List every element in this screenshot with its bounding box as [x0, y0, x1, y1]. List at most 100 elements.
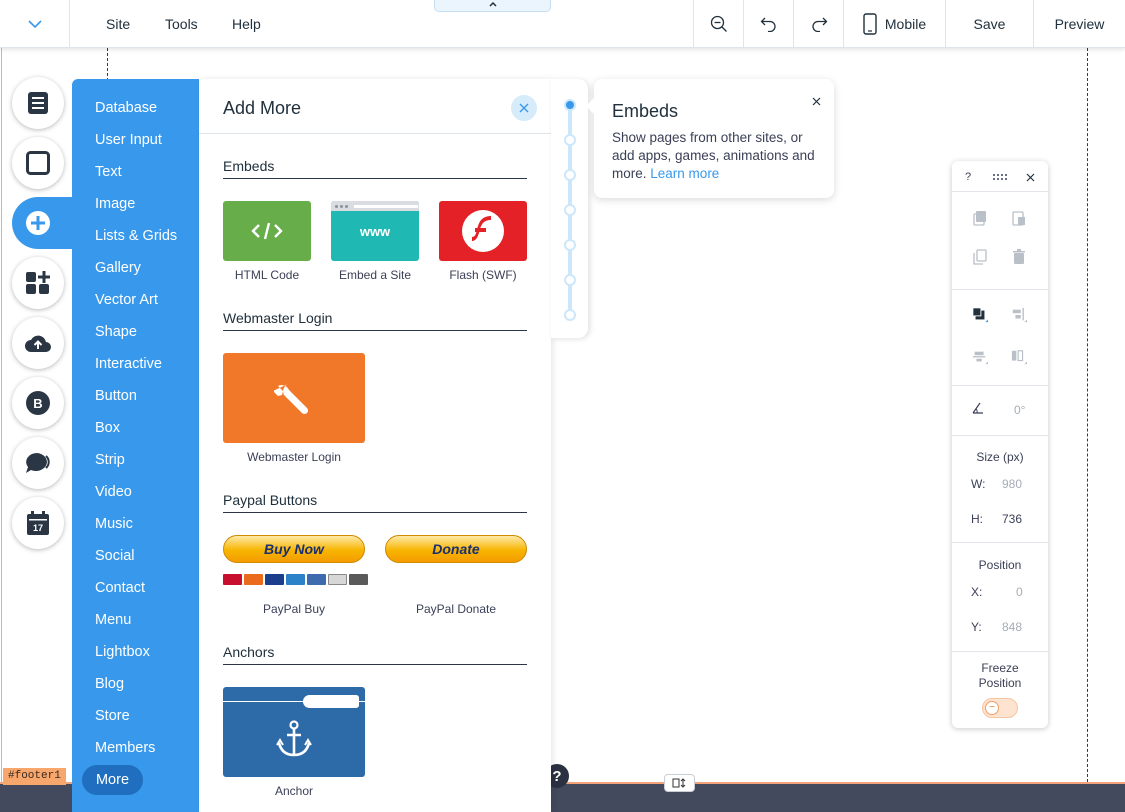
category-lightbox[interactable]: Lightbox [95, 644, 150, 660]
category-lists-grids[interactable]: Lists & Grids [95, 228, 177, 244]
category-image[interactable]: Image [95, 196, 135, 212]
category-store[interactable]: Store [95, 708, 130, 724]
chat-button[interactable] [12, 437, 64, 489]
category-blog[interactable]: Blog [95, 676, 124, 692]
category-more[interactable]: More [82, 765, 143, 795]
width-label: W: [971, 477, 986, 491]
apps-icon [26, 271, 50, 294]
embeds-tooltip: Embeds Show pages from other sites, or a… [586, 79, 834, 198]
collapse-topbar-handle[interactable] [434, 0, 551, 12]
align-button[interactable] [1011, 307, 1027, 323]
redo-button[interactable] [793, 0, 843, 48]
webmaster-login-tile[interactable] [223, 353, 365, 443]
preview-button[interactable]: Preview [1033, 0, 1125, 48]
app-market-button[interactable] [12, 257, 64, 309]
bookings-button[interactable]: 17 [12, 497, 64, 549]
close-props-button[interactable] [1022, 169, 1038, 185]
category-video[interactable]: Video [95, 484, 132, 500]
scroll-dot[interactable] [564, 274, 576, 286]
wrench-icon [274, 384, 309, 415]
category-box[interactable]: Box [95, 420, 120, 436]
category-user-input[interactable]: User Input [95, 132, 162, 148]
drag-dots-icon [993, 174, 1007, 180]
y-value[interactable]: 848 [1002, 620, 1022, 634]
pages-icon [28, 92, 48, 114]
copy-button[interactable] [972, 210, 988, 226]
category-gallery[interactable]: Gallery [95, 260, 141, 276]
card-icon [265, 574, 284, 585]
freeze-position-toggle[interactable]: − [982, 698, 1018, 718]
category-members[interactable]: Members [95, 740, 155, 756]
resize-icon [672, 778, 685, 788]
category-vector-art[interactable]: Vector Art [95, 292, 158, 308]
width-value[interactable]: 980 [1002, 477, 1022, 491]
drag-handle[interactable] [992, 169, 1008, 185]
upload-button[interactable] [12, 317, 64, 369]
embed-site-tile[interactable]: www [331, 201, 419, 261]
x-value[interactable]: 0 [1016, 585, 1023, 599]
scroll-dot[interactable] [564, 169, 576, 181]
props-help-button[interactable]: ? [965, 171, 971, 183]
category-music[interactable]: Music [95, 516, 133, 532]
flash-tile[interactable] [439, 201, 527, 261]
paypal-donate-button[interactable]: Donate [385, 535, 527, 563]
match-size-button[interactable] [1011, 349, 1027, 365]
distribute-button[interactable] [972, 349, 988, 365]
height-value[interactable]: 736 [1002, 512, 1022, 526]
footer-tag[interactable]: #footer1 [3, 768, 66, 785]
paypal-buy-label: PayPal Buy [262, 602, 326, 616]
category-menu[interactable]: Menu [95, 612, 131, 628]
section-scroll-indicator [551, 79, 588, 338]
category-strip[interactable]: Strip [95, 452, 125, 468]
duplicate-button[interactable] [972, 249, 988, 265]
category-database[interactable]: Database [95, 100, 157, 116]
anchor-tile[interactable] [223, 687, 365, 777]
paste-button[interactable] [1011, 210, 1027, 226]
www-icon: www [359, 224, 391, 239]
rotation-value[interactable]: 0° [1014, 403, 1025, 417]
category-social[interactable]: Social [95, 548, 135, 564]
scroll-dot[interactable] [564, 134, 576, 146]
section-divider [223, 330, 527, 331]
scroll-dot[interactable] [564, 309, 576, 321]
tooltip-arrow [586, 97, 595, 115]
card-icon [328, 574, 347, 585]
category-contact[interactable]: Contact [95, 580, 145, 596]
category-shape[interactable]: Shape [95, 324, 137, 340]
close-tooltip-button[interactable] [812, 93, 821, 109]
zoom-out-button[interactable] [693, 0, 743, 48]
menu-help[interactable]: Help [232, 16, 261, 32]
card-icon [349, 574, 368, 585]
category-button[interactable]: Button [95, 388, 137, 404]
html-code-tile[interactable] [223, 201, 311, 261]
redo-icon [811, 17, 827, 32]
scroll-dot[interactable] [564, 204, 576, 216]
menu-site[interactable]: Site [106, 16, 130, 32]
delete-button[interactable] [1011, 249, 1027, 265]
undo-button[interactable] [743, 0, 793, 48]
mobile-view-button[interactable]: Mobile [843, 0, 945, 48]
learn-more-link[interactable]: Learn more [650, 166, 719, 181]
category-interactive[interactable]: Interactive [95, 356, 162, 372]
category-text[interactable]: Text [95, 164, 122, 180]
background-button[interactable] [12, 137, 64, 189]
pages-button[interactable] [12, 77, 64, 129]
arrange-button[interactable] [972, 307, 988, 323]
save-button[interactable]: Save [945, 0, 1033, 48]
expand-menu-button[interactable] [0, 0, 70, 48]
browser-bar [331, 201, 419, 211]
close-panel-button[interactable] [511, 95, 537, 121]
menu-tools[interactable]: Tools [165, 16, 198, 32]
tooltip-title: Embeds [612, 101, 679, 121]
blog-button[interactable]: B [12, 377, 64, 429]
strip-resize-handle[interactable] [664, 774, 695, 792]
scroll-dot[interactable] [564, 239, 576, 251]
category-list: Database User Input Text Image Lists & G… [72, 79, 199, 812]
scroll-dot-embeds[interactable] [564, 99, 576, 111]
card-icon [223, 574, 242, 585]
section-divider [223, 178, 527, 179]
panel-header: Add More [199, 79, 551, 134]
undo-icon [760, 17, 776, 32]
paypal-buy-now-button[interactable]: Buy Now [223, 535, 365, 563]
arrange-icon [972, 307, 988, 323]
